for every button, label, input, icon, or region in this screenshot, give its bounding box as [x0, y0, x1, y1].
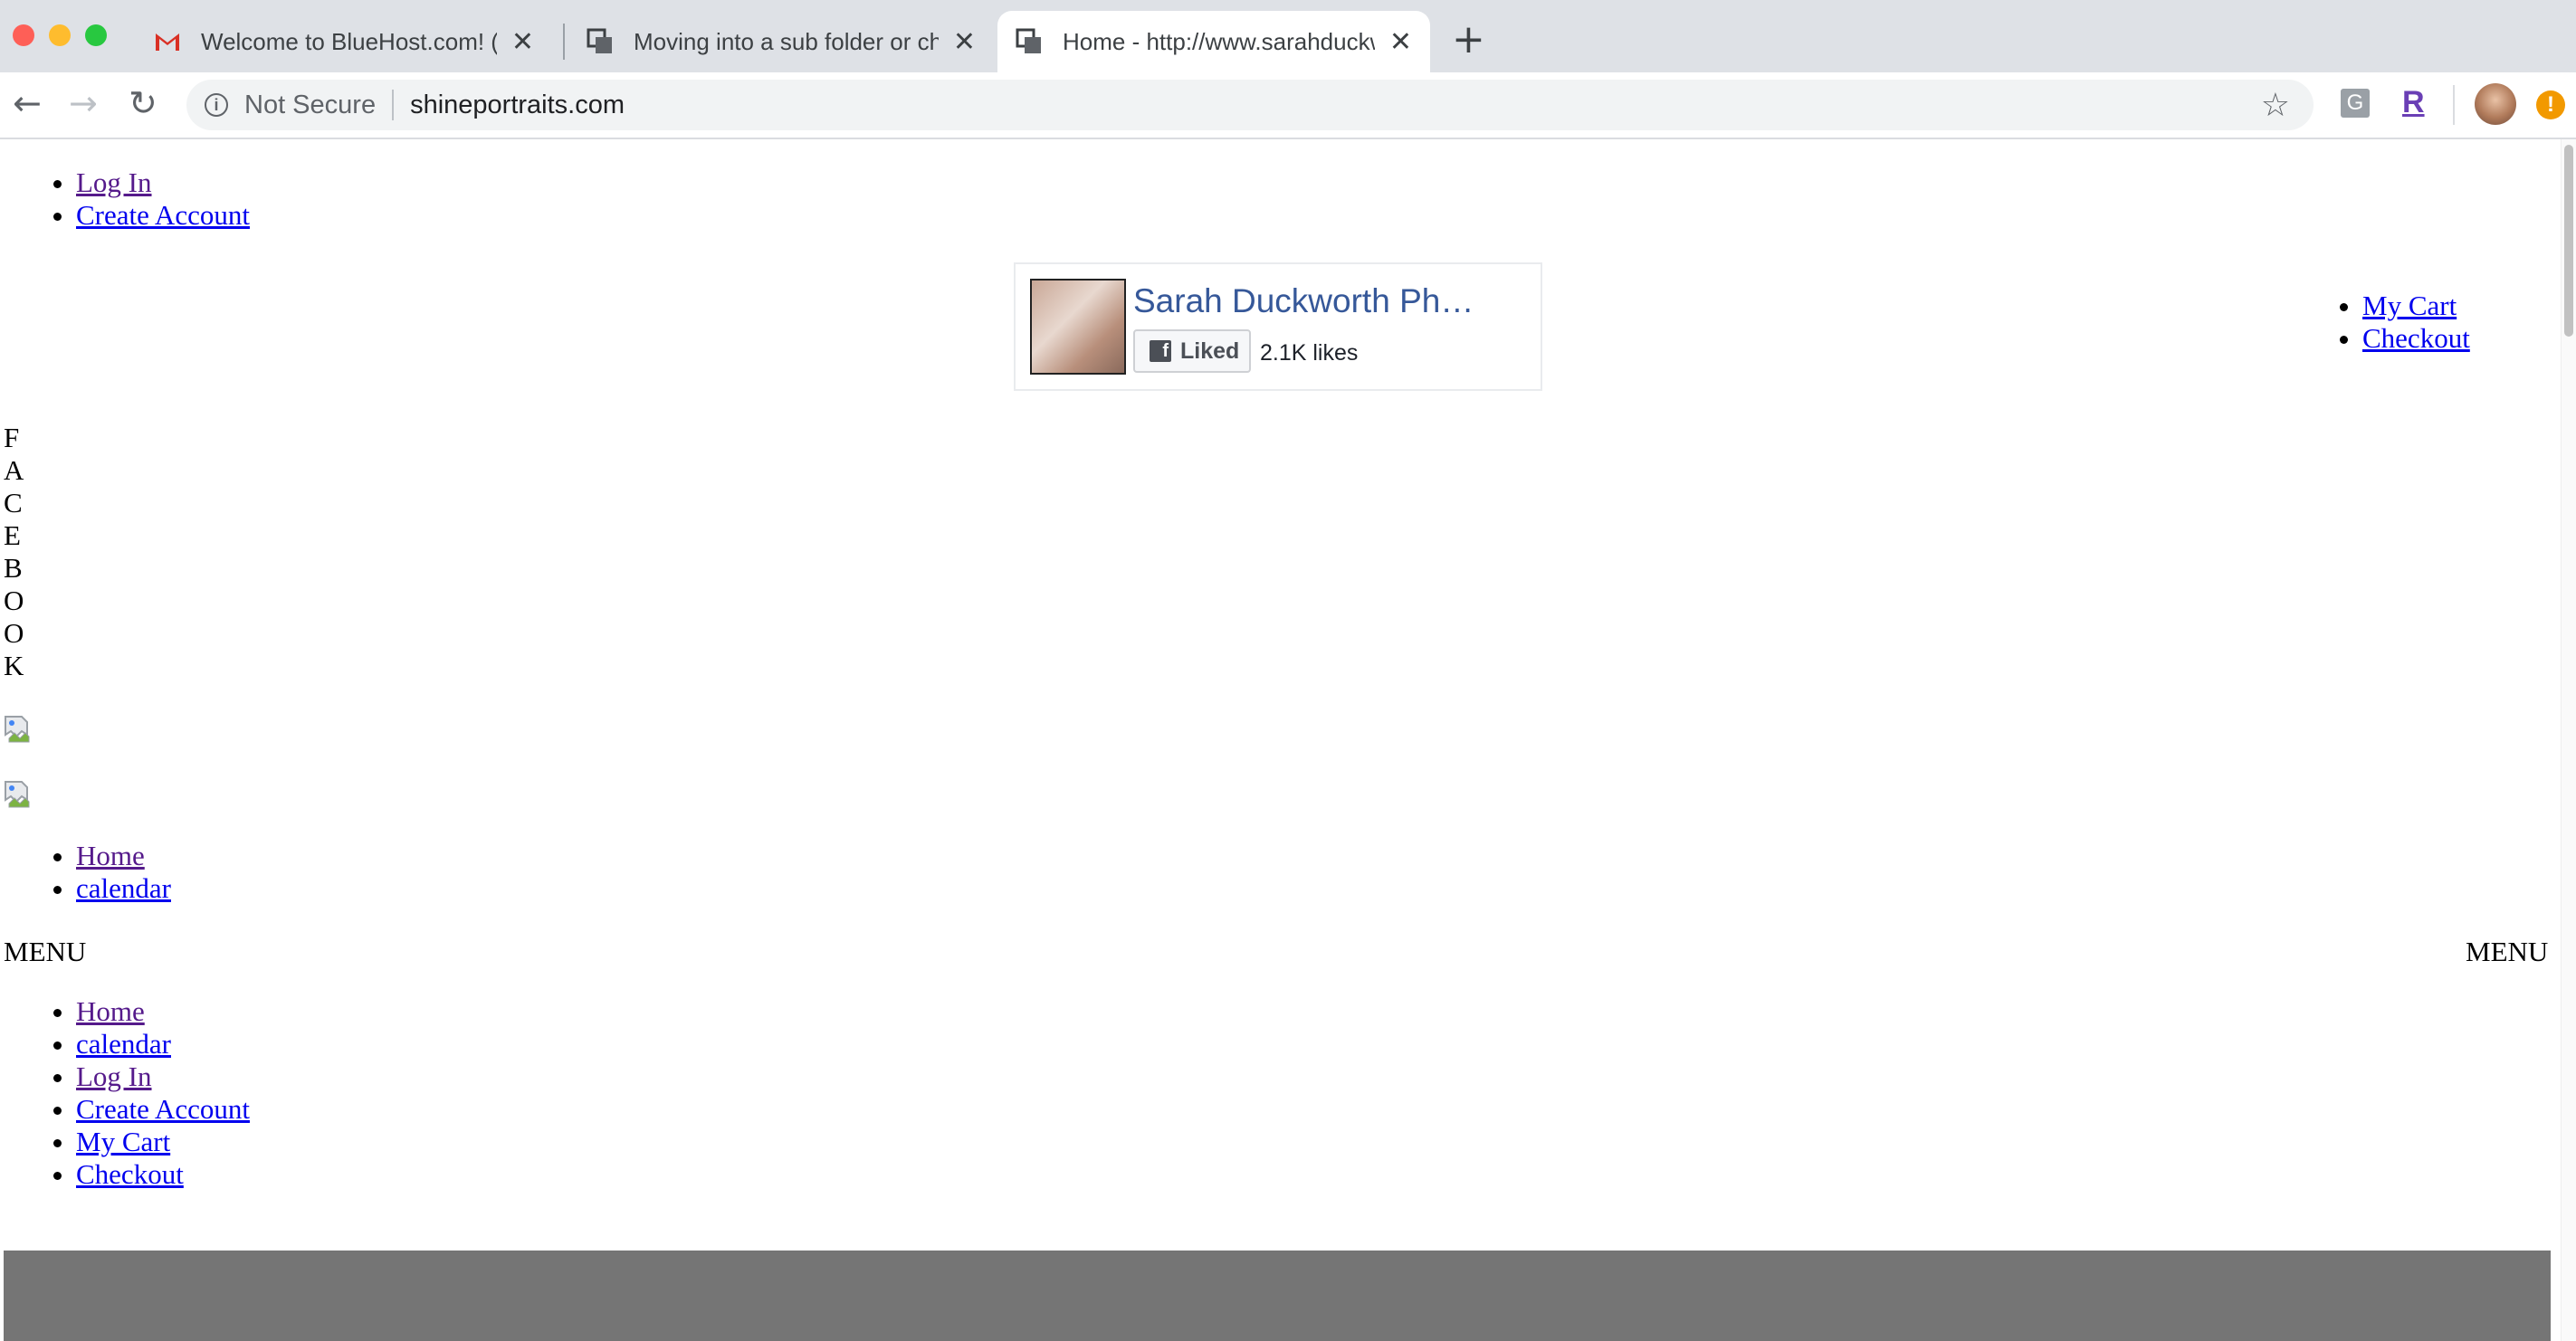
nav-home-link[interactable]: Home: [76, 995, 145, 1027]
page-icon: [1016, 28, 1043, 55]
browser-tab-bar: Welcome to BlueHost.com! (sa ✕ Moving in…: [0, 0, 2576, 72]
letter: C: [4, 487, 23, 518]
browser-tab-subfolder[interactable]: Moving into a sub folder or cha ✕: [568, 11, 994, 72]
close-window-button[interactable]: [13, 24, 34, 46]
nav-login-link[interactable]: Log In: [76, 1060, 152, 1092]
vertical-facebook-label: F A C E B O O K: [4, 422, 24, 682]
list-item: Home: [76, 995, 250, 1028]
broken-image-icon: [5, 716, 30, 743]
letter: B: [4, 552, 23, 584]
gmail-icon: [154, 28, 181, 55]
close-tab-icon[interactable]: ✕: [953, 26, 976, 58]
facebook-page-widget: Sarah Duckworth Ph… f Liked 2.1K likes: [1014, 262, 1542, 391]
nav-checkout-link[interactable]: Checkout: [76, 1158, 184, 1190]
page-icon: [587, 28, 614, 55]
list-item: Create Account: [76, 199, 250, 232]
facebook-page-thumbnail[interactable]: [1030, 279, 1126, 375]
facebook-page-name[interactable]: Sarah Duckworth Ph…: [1133, 282, 1474, 320]
list-item: My Cart: [2362, 290, 2470, 322]
list-item: calendar: [76, 1028, 250, 1060]
letter: E: [4, 519, 21, 551]
toolbar-divider: [2453, 85, 2455, 125]
letter: O: [4, 585, 24, 616]
my-cart-link[interactable]: My Cart: [2362, 290, 2457, 321]
nav-create-account-link[interactable]: Create Account: [76, 1093, 250, 1125]
nav-calendar-link[interactable]: calendar: [76, 1028, 171, 1060]
info-icon[interactable]: i: [205, 93, 228, 117]
full-nav-list: Home calendar Log In Create Account My C…: [0, 995, 250, 1191]
primary-nav-list: Home calendar: [0, 840, 171, 905]
back-arrow-icon[interactable]: ←: [13, 83, 42, 123]
bookmark-star-icon[interactable]: ☆: [2261, 87, 2290, 124]
maximize-window-button[interactable]: [85, 24, 107, 46]
minimize-window-button[interactable]: [49, 24, 71, 46]
reload-icon[interactable]: ↻: [129, 83, 157, 123]
create-account-link[interactable]: Create Account: [76, 199, 250, 231]
likes-count: 2.1K likes: [1260, 340, 1359, 366]
letter: A: [4, 454, 24, 486]
menu-toggle-right[interactable]: MENU: [2466, 936, 2548, 968]
gray-content-band: [4, 1251, 2551, 1341]
letter: K: [4, 650, 24, 681]
tab-title: Welcome to BlueHost.com! (sa: [201, 27, 497, 55]
facebook-liked-button[interactable]: f Liked: [1133, 329, 1251, 373]
browser-tab-gmail[interactable]: Welcome to BlueHost.com! (sa ✕: [136, 11, 552, 72]
facebook-icon: f: [1150, 340, 1171, 362]
nav-home-link[interactable]: Home: [76, 840, 145, 871]
close-tab-icon[interactable]: ✕: [511, 26, 534, 58]
cart-links-list: My Cart Checkout: [2286, 290, 2470, 355]
list-item: Log In: [76, 1060, 250, 1093]
nav-calendar-link[interactable]: calendar: [76, 872, 171, 904]
list-item: Home: [76, 840, 171, 872]
page-scrollbar[interactable]: [2561, 139, 2576, 1341]
list-item: Log In: [76, 166, 250, 199]
extension-r-icon[interactable]: R: [2402, 85, 2425, 120]
web-page-content: Log In Create Account Sarah Duckworth Ph…: [0, 139, 2576, 1341]
close-tab-icon[interactable]: ✕: [1389, 26, 1412, 58]
url-text[interactable]: shineportraits.com: [410, 90, 625, 120]
omnibox-divider: [392, 90, 395, 120]
profile-avatar[interactable]: [2475, 83, 2516, 125]
menu-toggle-left[interactable]: MENU: [4, 936, 86, 968]
update-alert-icon[interactable]: !: [2536, 90, 2565, 119]
checkout-link[interactable]: Checkout: [2362, 322, 2470, 354]
list-item: My Cart: [76, 1126, 250, 1158]
list-item: Checkout: [76, 1158, 250, 1191]
address-bar[interactable]: i Not Secure shineportraits.com ☆: [186, 80, 2314, 130]
list-item: calendar: [76, 872, 171, 905]
grammarly-extension-icon[interactable]: G: [2341, 89, 2370, 118]
forward-arrow-icon[interactable]: →: [69, 83, 98, 123]
tab-title: Moving into a sub folder or cha: [634, 27, 939, 55]
list-item: Create Account: [76, 1093, 250, 1126]
letter: F: [4, 422, 20, 453]
list-item: Checkout: [2362, 322, 2470, 355]
letter: O: [4, 617, 24, 649]
tab-title: Home - http://www.sarahduckw: [1063, 27, 1375, 55]
account-links-list: Log In Create Account: [0, 166, 250, 232]
broken-image-icon: [5, 781, 30, 808]
security-label: Not Secure: [244, 90, 377, 119]
nav-my-cart-link[interactable]: My Cart: [76, 1126, 170, 1157]
tab-separator: [563, 24, 565, 60]
new-tab-button[interactable]: +: [1452, 16, 1485, 62]
scrollbar-thumb[interactable]: [2564, 145, 2573, 337]
browser-tab-home[interactable]: Home - http://www.sarahduckw ✕: [997, 11, 1430, 72]
liked-label: Liked: [1180, 338, 1240, 364]
login-link[interactable]: Log In: [76, 166, 152, 198]
browser-toolbar: ← → ↻ i Not Secure shineportraits.com ☆ …: [0, 72, 2576, 139]
